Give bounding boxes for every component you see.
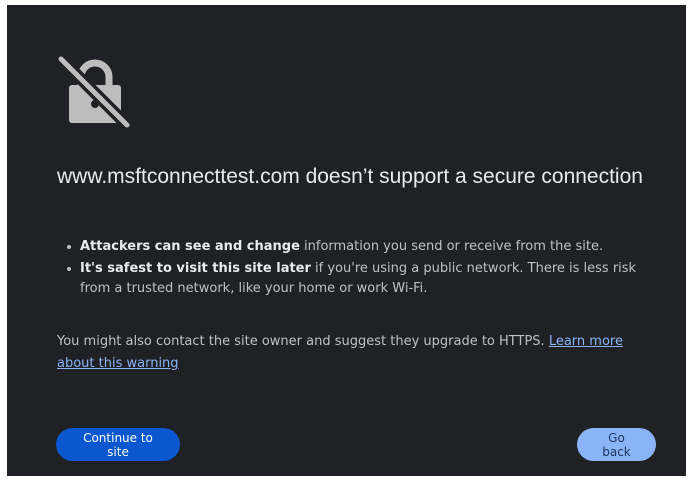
page-title: www.msftconnecttest.com doesn’t support …	[57, 165, 643, 188]
go-back-button[interactable]: Go back	[577, 428, 656, 461]
lock-slash-icon	[55, 53, 133, 131]
interstitial-panel: www.msftconnecttest.com doesn’t support …	[7, 5, 686, 476]
list-item: Attackers can see and change information…	[67, 237, 647, 257]
note-text: You might also contact the site owner an…	[57, 334, 549, 349]
list-item-bold: It's safest to visit this site later	[80, 261, 311, 276]
owner-contact-note: You might also contact the site owner an…	[57, 331, 647, 375]
list-item-text: information you send or receive from the…	[299, 239, 604, 254]
list-item-bold: Attackers can see and change	[80, 239, 300, 254]
continue-to-site-button[interactable]: Continue to site	[56, 428, 180, 461]
warning-list: Attackers can see and change information…	[57, 237, 647, 301]
list-item: It's safest to visit this site later if …	[67, 259, 647, 299]
